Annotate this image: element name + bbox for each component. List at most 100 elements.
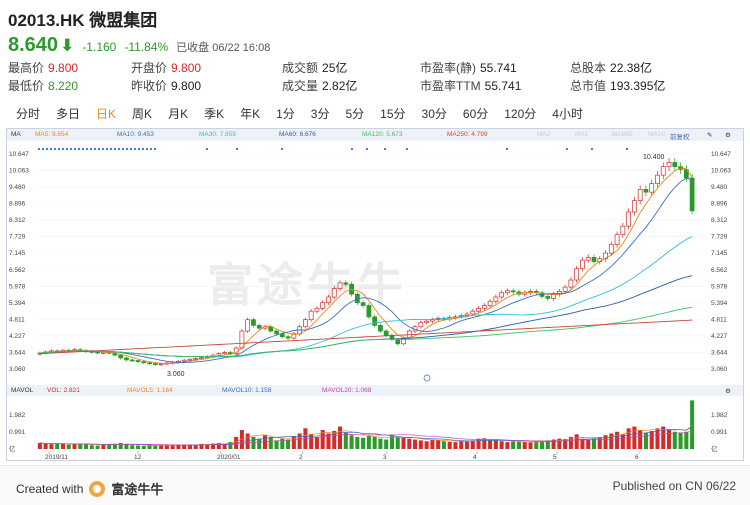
volume-bar bbox=[60, 443, 65, 449]
volume-bar bbox=[384, 439, 389, 449]
volume-bar bbox=[338, 426, 343, 449]
candle-body bbox=[308, 310, 314, 321]
vol-legend-item[interactable]: MAVOL10: 1.158 bbox=[222, 387, 271, 394]
kline-svg: 10.647 10.647 10.063 10.063 9.480 9.480 8.896 8… bbox=[9, 147, 731, 460]
vol-tick-label-left: 0.991 bbox=[9, 429, 26, 436]
y-tick-label-right: 3.060 bbox=[711, 366, 728, 373]
candle-body bbox=[285, 336, 291, 339]
candle-body bbox=[152, 363, 158, 365]
volume-bar bbox=[632, 426, 637, 449]
tab-月K[interactable]: 月K bbox=[160, 103, 196, 125]
stat-value: 8.220 bbox=[48, 79, 79, 93]
stat-label: 开盘价 bbox=[131, 61, 168, 75]
candle-body bbox=[245, 319, 251, 332]
tab-5分[interactable]: 5分 bbox=[337, 103, 372, 125]
candle-body bbox=[135, 360, 141, 362]
price-change: -1.160 bbox=[82, 40, 117, 54]
tab-4小时[interactable]: 4小时 bbox=[544, 103, 591, 125]
candle-body bbox=[655, 174, 660, 185]
y-tick-label-left: 7.729 bbox=[9, 234, 26, 241]
vol-legend-item[interactable]: VOL: 2.821 bbox=[47, 387, 80, 394]
volume-bar bbox=[418, 440, 423, 449]
candle-body bbox=[574, 268, 580, 281]
volume-bar bbox=[297, 433, 302, 449]
event-dot bbox=[590, 147, 594, 151]
y-tick-label-right: 9.480 bbox=[711, 184, 728, 191]
event-dot bbox=[77, 147, 81, 151]
volume-bar bbox=[678, 432, 683, 449]
candle-body bbox=[430, 319, 435, 322]
candle-body bbox=[580, 259, 585, 270]
stat-label: 最高价 bbox=[8, 61, 45, 75]
tab-1分[interactable]: 1分 bbox=[268, 103, 303, 125]
y-tick-label-left: 8.312 bbox=[9, 217, 26, 224]
tab-60分[interactable]: 60分 bbox=[455, 103, 496, 125]
quote-header: 02013.HK 微盟集团 8.640 ⬇ -1.160 -11.84% 已收盘… bbox=[8, 6, 742, 58]
tab-季K[interactable]: 季K bbox=[196, 103, 232, 125]
volume-bar bbox=[586, 439, 591, 449]
volume-bar bbox=[540, 441, 545, 449]
volume-bar bbox=[372, 436, 377, 449]
vol-tick-label-right: 1.982 bbox=[711, 412, 728, 419]
y-tick-label-right: 3.644 bbox=[711, 349, 728, 356]
volume-bar bbox=[626, 428, 631, 449]
low-annotation: 3.060 bbox=[167, 371, 185, 378]
y-tick-label-right: 10.063 bbox=[711, 168, 731, 175]
y-tick-label-left: 3.060 bbox=[9, 366, 26, 373]
volume-bar bbox=[43, 443, 48, 449]
volume-bar bbox=[430, 439, 435, 449]
volume-bar bbox=[130, 445, 135, 449]
volume-bar bbox=[441, 441, 446, 449]
event-dot bbox=[153, 147, 157, 151]
volume-bar bbox=[424, 441, 429, 449]
tab-120分[interactable]: 120分 bbox=[496, 103, 544, 125]
event-dot bbox=[565, 147, 569, 151]
vol-legend-item[interactable]: MAVOL5: 1.164 bbox=[127, 387, 173, 394]
tab-多日[interactable]: 多日 bbox=[48, 103, 88, 125]
volume-bar bbox=[245, 433, 250, 449]
event-dot bbox=[69, 147, 73, 151]
candle-body bbox=[493, 296, 499, 302]
candle-body bbox=[101, 351, 106, 354]
x-tick-label: 12 bbox=[134, 454, 142, 460]
volume-bar bbox=[193, 444, 198, 449]
tab-3分[interactable]: 3分 bbox=[303, 103, 338, 125]
tab-周K[interactable]: 周K bbox=[124, 103, 160, 125]
kline-chart[interactable]: MA MA5: 9.654 MA10: 9.453 MA30: 7.959 MA60: … bbox=[6, 128, 744, 461]
stat-value: 9.800 bbox=[171, 61, 202, 75]
volume-bar bbox=[124, 444, 129, 449]
vol-settings-icon[interactable]: ⚙ bbox=[725, 387, 731, 395]
y-tick-label-right: 8.896 bbox=[711, 201, 728, 208]
candle-body bbox=[216, 353, 222, 356]
candle-body bbox=[199, 357, 204, 360]
tab-15分[interactable]: 15分 bbox=[372, 103, 413, 125]
candle-body bbox=[193, 358, 199, 360]
event-dot bbox=[145, 147, 149, 151]
event-dot bbox=[121, 147, 125, 151]
candle-body bbox=[666, 162, 672, 168]
event-dot bbox=[97, 147, 101, 151]
event-dot bbox=[49, 147, 53, 151]
vol-legend-item[interactable]: MAVOL20: 1.068 bbox=[322, 387, 371, 394]
candle-body bbox=[672, 162, 678, 168]
event-dot bbox=[280, 147, 284, 151]
candle-body bbox=[643, 188, 649, 193]
volume-bar bbox=[522, 442, 527, 449]
volume-bar bbox=[78, 444, 83, 449]
tab-分时[interactable]: 分时 bbox=[8, 103, 48, 125]
volume-bar bbox=[459, 440, 464, 449]
event-dot bbox=[205, 147, 209, 151]
candle-body bbox=[279, 333, 285, 338]
tab-年K[interactable]: 年K bbox=[232, 103, 268, 125]
vol-tick-label-left: 1.982 bbox=[9, 412, 26, 419]
candle-body bbox=[545, 296, 551, 299]
tab-日K[interactable]: 日K bbox=[88, 103, 124, 125]
volume-bar bbox=[597, 436, 602, 449]
stat-label: 总股本 bbox=[570, 61, 607, 75]
stat-value: 22.38亿 bbox=[610, 61, 653, 75]
tab-30分[interactable]: 30分 bbox=[414, 103, 455, 125]
stat-item: 总市值 193.395亿 bbox=[570, 77, 665, 94]
candle-body bbox=[141, 361, 147, 364]
event-dot bbox=[350, 147, 354, 151]
event-dot bbox=[81, 147, 85, 151]
